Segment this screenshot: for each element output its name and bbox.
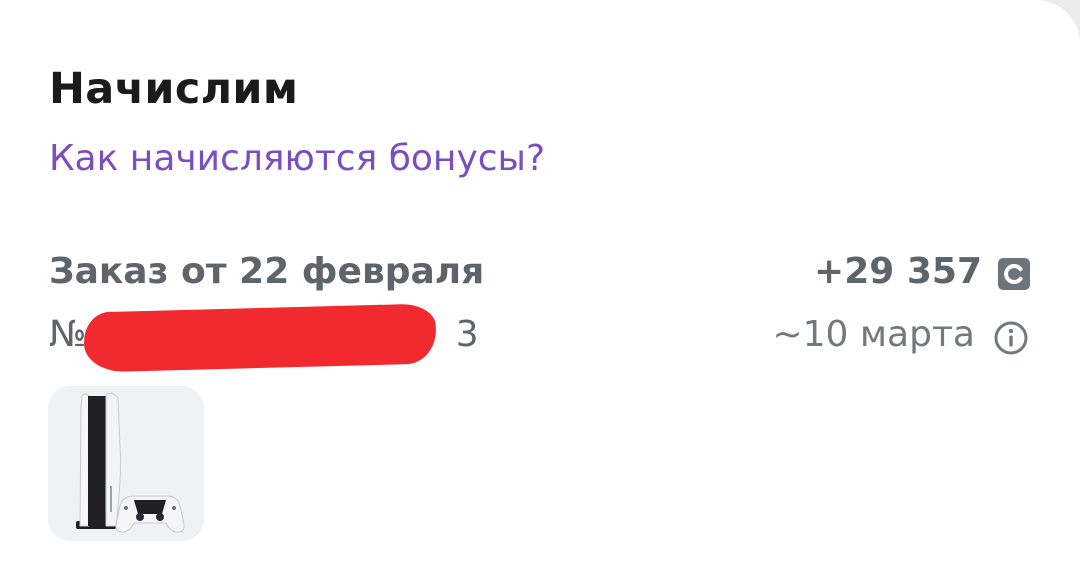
console-image — [76, 393, 185, 533]
order-number-suffix: 3 — [455, 314, 479, 355]
info-icon[interactable] — [993, 320, 1029, 356]
accrual-date: ~10 марта — [772, 314, 975, 355]
bonus-coin-icon — [998, 258, 1030, 290]
product-thumbnail[interactable] — [48, 386, 204, 541]
bonus-help-link[interactable]: Как начисляются бонусы? — [49, 138, 545, 179]
bonus-card: Начислим Как начисляются бонусы? Заказ о… — [0, 0, 1080, 570]
section-title: Начислим — [49, 64, 299, 114]
order-title: Заказ от 22 февраля — [49, 251, 485, 292]
redaction-mark — [83, 303, 437, 373]
bonus-amount: +29 357 — [814, 251, 982, 292]
